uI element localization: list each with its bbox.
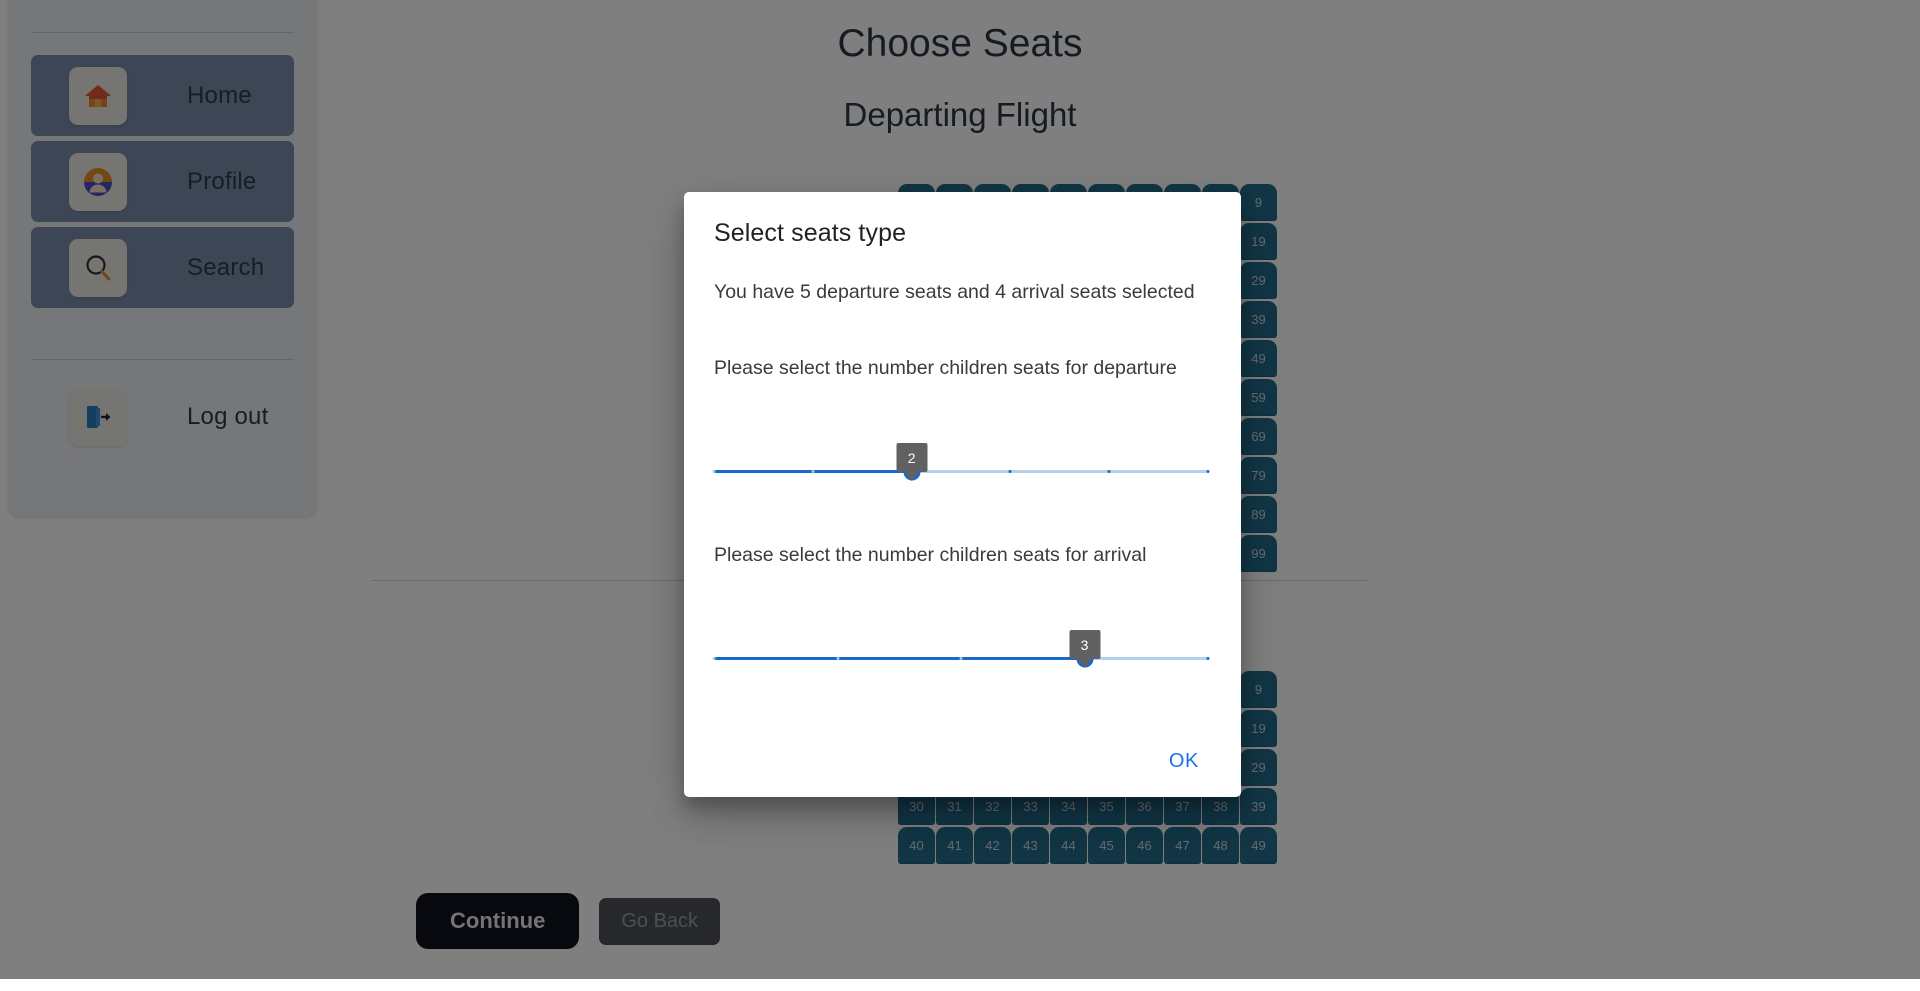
slider-tick [1206, 470, 1210, 474]
slider-value-label: 2 [896, 443, 928, 473]
slider-tick [836, 657, 839, 661]
slider-fill [714, 657, 1085, 661]
departure-slider-label: Please select the number children seats … [714, 357, 1177, 380]
page-bottom-edge [0, 979, 1920, 991]
slider-tick [712, 657, 716, 661]
dialog-summary-text: You have 5 departure seats and 4 arrival… [714, 281, 1195, 303]
slider-tick [1206, 657, 1210, 661]
arrival-children-seats-slider[interactable]: 3 [712, 619, 1211, 679]
slider-tick [959, 657, 963, 661]
ok-button[interactable]: OK [1159, 744, 1209, 779]
slider-tick [811, 470, 815, 474]
departure-children-seats-slider[interactable]: 2 [712, 432, 1211, 492]
select-seats-type-dialog: Select seats type You have 5 departure s… [684, 192, 1241, 797]
slider-tick [1107, 470, 1111, 474]
dialog-title: Select seats type [714, 219, 907, 247]
slider-tick [712, 470, 716, 474]
slider-tick [1008, 470, 1012, 474]
arrival-slider-label: Please select the number children seats … [714, 544, 1147, 567]
dialog-actions: OK [714, 744, 1211, 797]
slider-value-label: 3 [1069, 630, 1100, 660]
app-root: Home Profile [0, 0, 1920, 991]
